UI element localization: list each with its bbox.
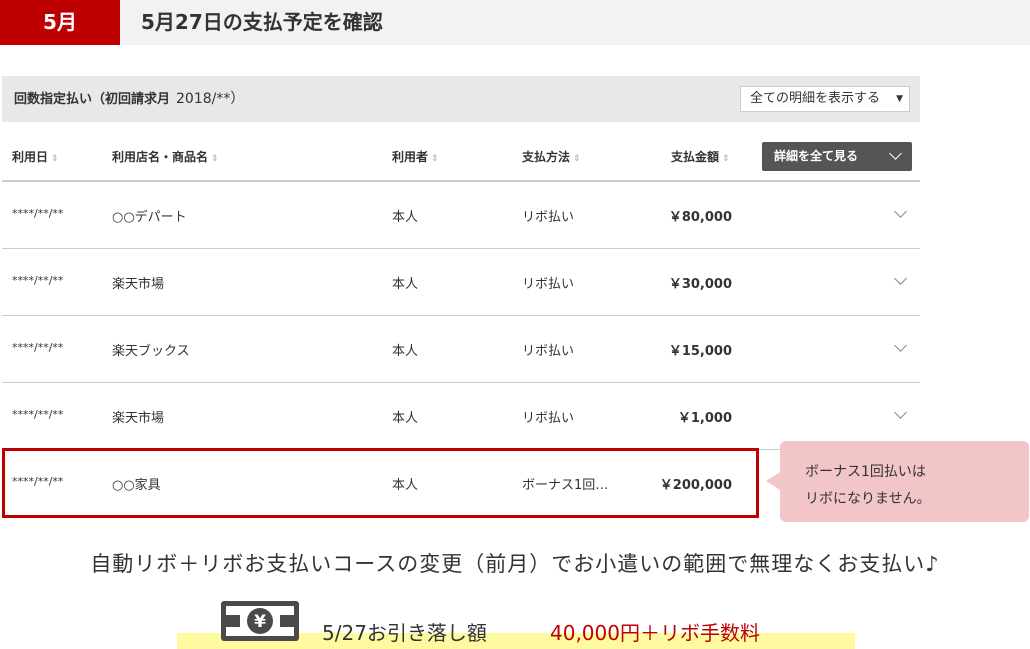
section-title: 回数指定払い（初回請求月 2018/**）: [14, 76, 244, 122]
row-divider: [2, 315, 920, 316]
row-divider: [2, 382, 920, 383]
row-store: ○○デパート: [112, 210, 187, 225]
chevron-down-icon[interactable]: [894, 272, 907, 285]
column-header-amount[interactable]: 支払金額 ⇕: [671, 148, 730, 165]
column-header-user[interactable]: 利用者 ⇕: [392, 148, 439, 165]
row-date: ****/**/**: [12, 207, 64, 220]
row-divider: [2, 248, 920, 249]
column-header-user-label: 利用者: [392, 150, 429, 164]
chevron-down-icon[interactable]: [894, 339, 907, 352]
row-store: 楽天市場: [112, 411, 165, 426]
column-header-store-label: 利用店名・商品名: [112, 150, 209, 164]
sort-arrows-icon: ⇕: [722, 154, 730, 164]
dropdown-arrow-icon: ▼: [896, 94, 903, 104]
column-header-amount-label: 支払金額: [671, 150, 720, 164]
section-title-label: 回数指定払い（初回請求月: [14, 92, 171, 107]
chevron-down-icon: [889, 147, 902, 160]
highlight-frame: [2, 448, 759, 518]
yen-bill-icon: ¥: [221, 601, 299, 641]
row-method: リボ払い: [522, 411, 575, 426]
row-amount: ￥30,000: [668, 277, 732, 292]
table-header-divider: [2, 180, 920, 182]
column-header-store[interactable]: 利用店名・商品名 ⇕: [112, 148, 219, 165]
callout-bubble: ボーナス1回払いは リボになりません。: [766, 441, 1029, 522]
page-title: 5月27日の支払予定を確認: [141, 10, 383, 34]
section-title-date: 2018/**）: [176, 91, 245, 107]
filter-select-value: 全ての明細を表示する: [750, 91, 881, 106]
row-date: ****/**/**: [12, 341, 64, 354]
column-header-date-label: 利用日: [12, 150, 49, 164]
row-store: 楽天市場: [112, 277, 165, 292]
show-all-details-label: 詳細を全て見る: [774, 149, 859, 163]
row-date: ****/**/**: [12, 408, 64, 421]
column-header-method[interactable]: 支払方法 ⇕: [522, 148, 581, 165]
row-amount: ￥80,000: [668, 210, 732, 225]
row-user: 本人: [392, 411, 419, 426]
promo-note: 自動リボ＋リボお支払いコースの変更（前月）でお小遣いの範囲で無理なくお支払い♪: [90, 552, 940, 576]
row-store: 楽天ブックス: [112, 344, 190, 359]
show-all-details-button[interactable]: 詳細を全て見る: [762, 142, 912, 171]
debit-amount: 40,000円＋リボ手数料: [550, 621, 760, 645]
debit-label: 5/27お引き落し額: [322, 621, 487, 645]
svg-text:¥: ¥: [254, 612, 266, 632]
chevron-down-icon[interactable]: [894, 406, 907, 419]
callout-line-1: ボーナス1回払いは: [805, 464, 926, 480]
row-user: 本人: [392, 344, 419, 359]
sort-arrows-icon: ⇕: [51, 154, 59, 164]
column-header-date[interactable]: 利用日 ⇕: [12, 148, 59, 165]
chevron-down-icon[interactable]: [894, 205, 907, 218]
row-amount: ￥15,000: [668, 344, 732, 359]
page-header: 5月 5月27日の支払予定を確認: [0, 0, 1030, 45]
row-amount: ￥1,000: [677, 411, 732, 426]
row-method: リボ払い: [522, 277, 575, 292]
filter-select[interactable]: 全ての明細を表示する ▼: [740, 86, 910, 112]
row-method: リボ払い: [522, 344, 575, 359]
sort-arrows-icon: ⇕: [431, 154, 439, 164]
row-user: 本人: [392, 277, 419, 292]
callout-line-2: リボになりません。: [805, 491, 931, 507]
month-tag: 5月: [0, 0, 120, 45]
row-date: ****/**/**: [12, 274, 64, 287]
row-user: 本人: [392, 210, 419, 225]
column-header-method-label: 支払方法: [522, 150, 571, 164]
section-bar: 回数指定払い（初回請求月 2018/**） 全ての明細を表示する ▼: [2, 76, 920, 122]
sort-arrows-icon: ⇕: [211, 154, 219, 164]
sort-arrows-icon: ⇕: [573, 154, 581, 164]
row-method: リボ払い: [522, 210, 575, 225]
